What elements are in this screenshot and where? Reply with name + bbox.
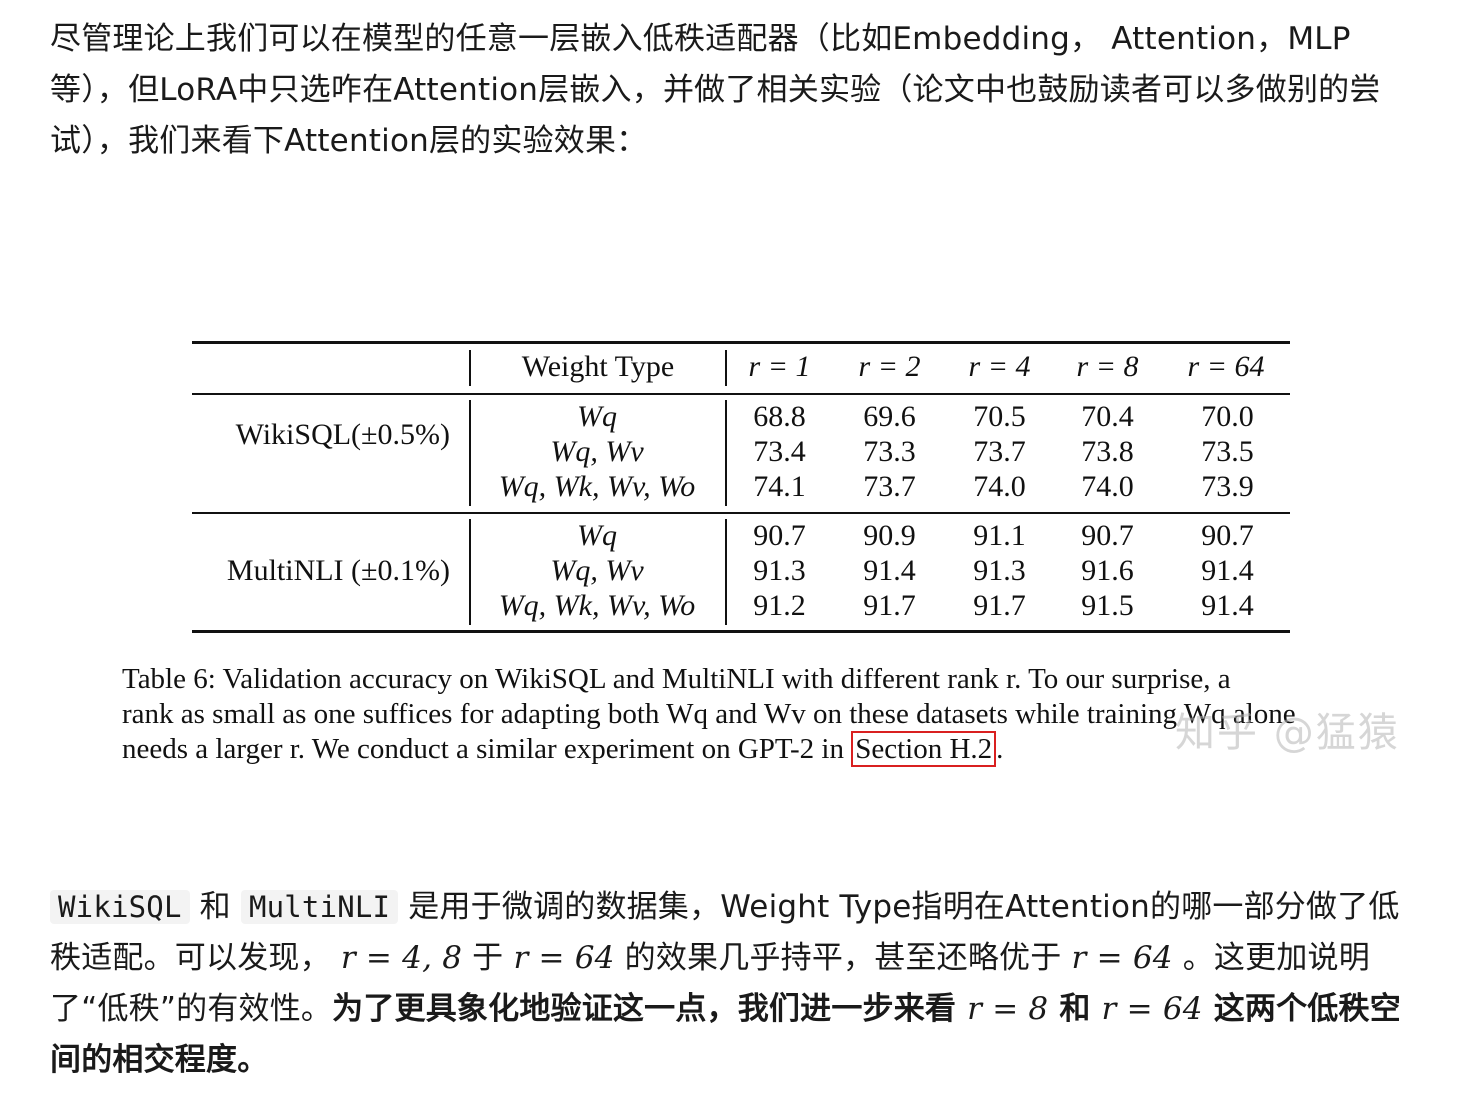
value-cell: 90.7 [753, 519, 806, 552]
weight-type-cell: Wq [577, 519, 617, 552]
value-cell: 90.9 [863, 519, 916, 552]
value-cell: 91.3 [973, 554, 1026, 587]
value-cell: 91.2 [753, 589, 806, 622]
value-cell: 74.1 [753, 470, 806, 503]
value-cell: 91.4 [863, 554, 916, 587]
vline-2 [725, 400, 727, 506]
vline-2 [725, 350, 727, 386]
results-table: Weight Type r = 1 r = 2 r = 4 r = 8 r = … [192, 330, 1290, 640]
value-cell: 69.6 [863, 400, 916, 433]
weight-type-cell: Wq, Wk, Wv, Wo [498, 589, 696, 622]
value-cell: 73.9 [1201, 470, 1254, 503]
value-cell: 73.5 [1201, 435, 1254, 468]
bold-text: 为了更具象化地验证这一点，我们进一步来看 [332, 991, 968, 1027]
value-cell: 73.7 [973, 435, 1026, 468]
value-cell: 91.6 [1081, 554, 1134, 587]
vline-1 [469, 350, 471, 386]
value-cell: 91.3 [753, 554, 806, 587]
value-cell: 73.3 [863, 435, 916, 468]
bottom-rule [192, 630, 1290, 633]
value-cell: 74.0 [1081, 470, 1134, 503]
value-cell: 73.7 [863, 470, 916, 503]
inline-code-multinli: MultiNLI [240, 890, 399, 924]
value-cell: 70.5 [973, 400, 1026, 433]
caption-text: needs a larger r. We conduct a similar e… [122, 733, 844, 765]
header-weight-type: Weight Type [521, 350, 675, 383]
value-cell: 90.7 [1081, 519, 1134, 552]
table-figure: Weight Type r = 1 r = 2 r = 4 r = 8 r = … [0, 330, 1458, 780]
section-h2-link[interactable]: Section H.2 [851, 731, 997, 767]
intro-text: 尽管理论上我们可以在模型的任意一层嵌入低秩适配器（比如Embedding， At… [50, 21, 1381, 159]
vline-1 [469, 400, 471, 506]
inline-math: r = 64 [1101, 991, 1203, 1027]
value-cell: 73.8 [1081, 435, 1134, 468]
inline-code-wikisql: WikiSQL [50, 890, 190, 924]
inline-math: r = 64 [513, 940, 615, 976]
value-cell: 91.4 [1201, 589, 1254, 622]
inline-math: r = 4, 8 [340, 940, 463, 976]
header-rank: r = 8 [1076, 350, 1139, 383]
text: 于 [462, 940, 514, 976]
value-cell: 73.4 [753, 435, 806, 468]
inline-math: r = 8 [967, 991, 1049, 1027]
value-cell: 70.0 [1201, 400, 1254, 433]
intro-paragraph: 尽管理论上我们可以在模型的任意一层嵌入低秩适配器（比如Embedding， At… [50, 14, 1420, 167]
value-cell: 91.1 [973, 519, 1026, 552]
header-rank: r = 2 [858, 350, 921, 383]
value-cell: 90.7 [1201, 519, 1254, 552]
value-cell: 91.5 [1081, 589, 1134, 622]
value-cell: 91.4 [1201, 554, 1254, 587]
analysis-paragraph: WikiSQL 和 MultiNLI 是用于微调的数据集，Weight Type… [50, 882, 1420, 1086]
group-rule [192, 512, 1290, 514]
value-cell: 91.7 [863, 589, 916, 622]
header-rank: r = 1 [748, 350, 811, 383]
caption-line: Table 6: Validation accuracy on WikiSQL … [122, 663, 1231, 695]
weight-type-cell: Wq, Wk, Wv, Wo [498, 470, 696, 503]
caption-text: . [996, 733, 1004, 765]
text: 的效果几乎持平，甚至还略优于 [614, 940, 1072, 976]
weight-type-cell: Wq, Wv [550, 554, 644, 587]
bold-text: 和 [1048, 991, 1102, 1027]
header-rank: r = 64 [1187, 350, 1265, 383]
value-cell: 91.7 [973, 589, 1026, 622]
vline-2 [725, 519, 727, 625]
header-rank: r = 4 [968, 350, 1031, 383]
dataset-label: WikiSQL(±0.5%) [235, 418, 450, 451]
text: 和 [189, 889, 241, 925]
vline-1 [469, 519, 471, 625]
zhihu-watermark: 知乎 @猛猿 [1175, 710, 1400, 756]
value-cell: 74.0 [973, 470, 1026, 503]
weight-type-cell: Wq, Wv [550, 435, 644, 468]
inline-math: r = 64 [1071, 940, 1173, 976]
weight-type-cell: Wq [577, 400, 617, 433]
top-rule [192, 341, 1290, 344]
dataset-label: MultiNLI (±0.1%) [226, 554, 450, 587]
value-cell: 68.8 [753, 400, 806, 433]
header-rule [192, 393, 1290, 395]
value-cell: 70.4 [1081, 400, 1134, 433]
